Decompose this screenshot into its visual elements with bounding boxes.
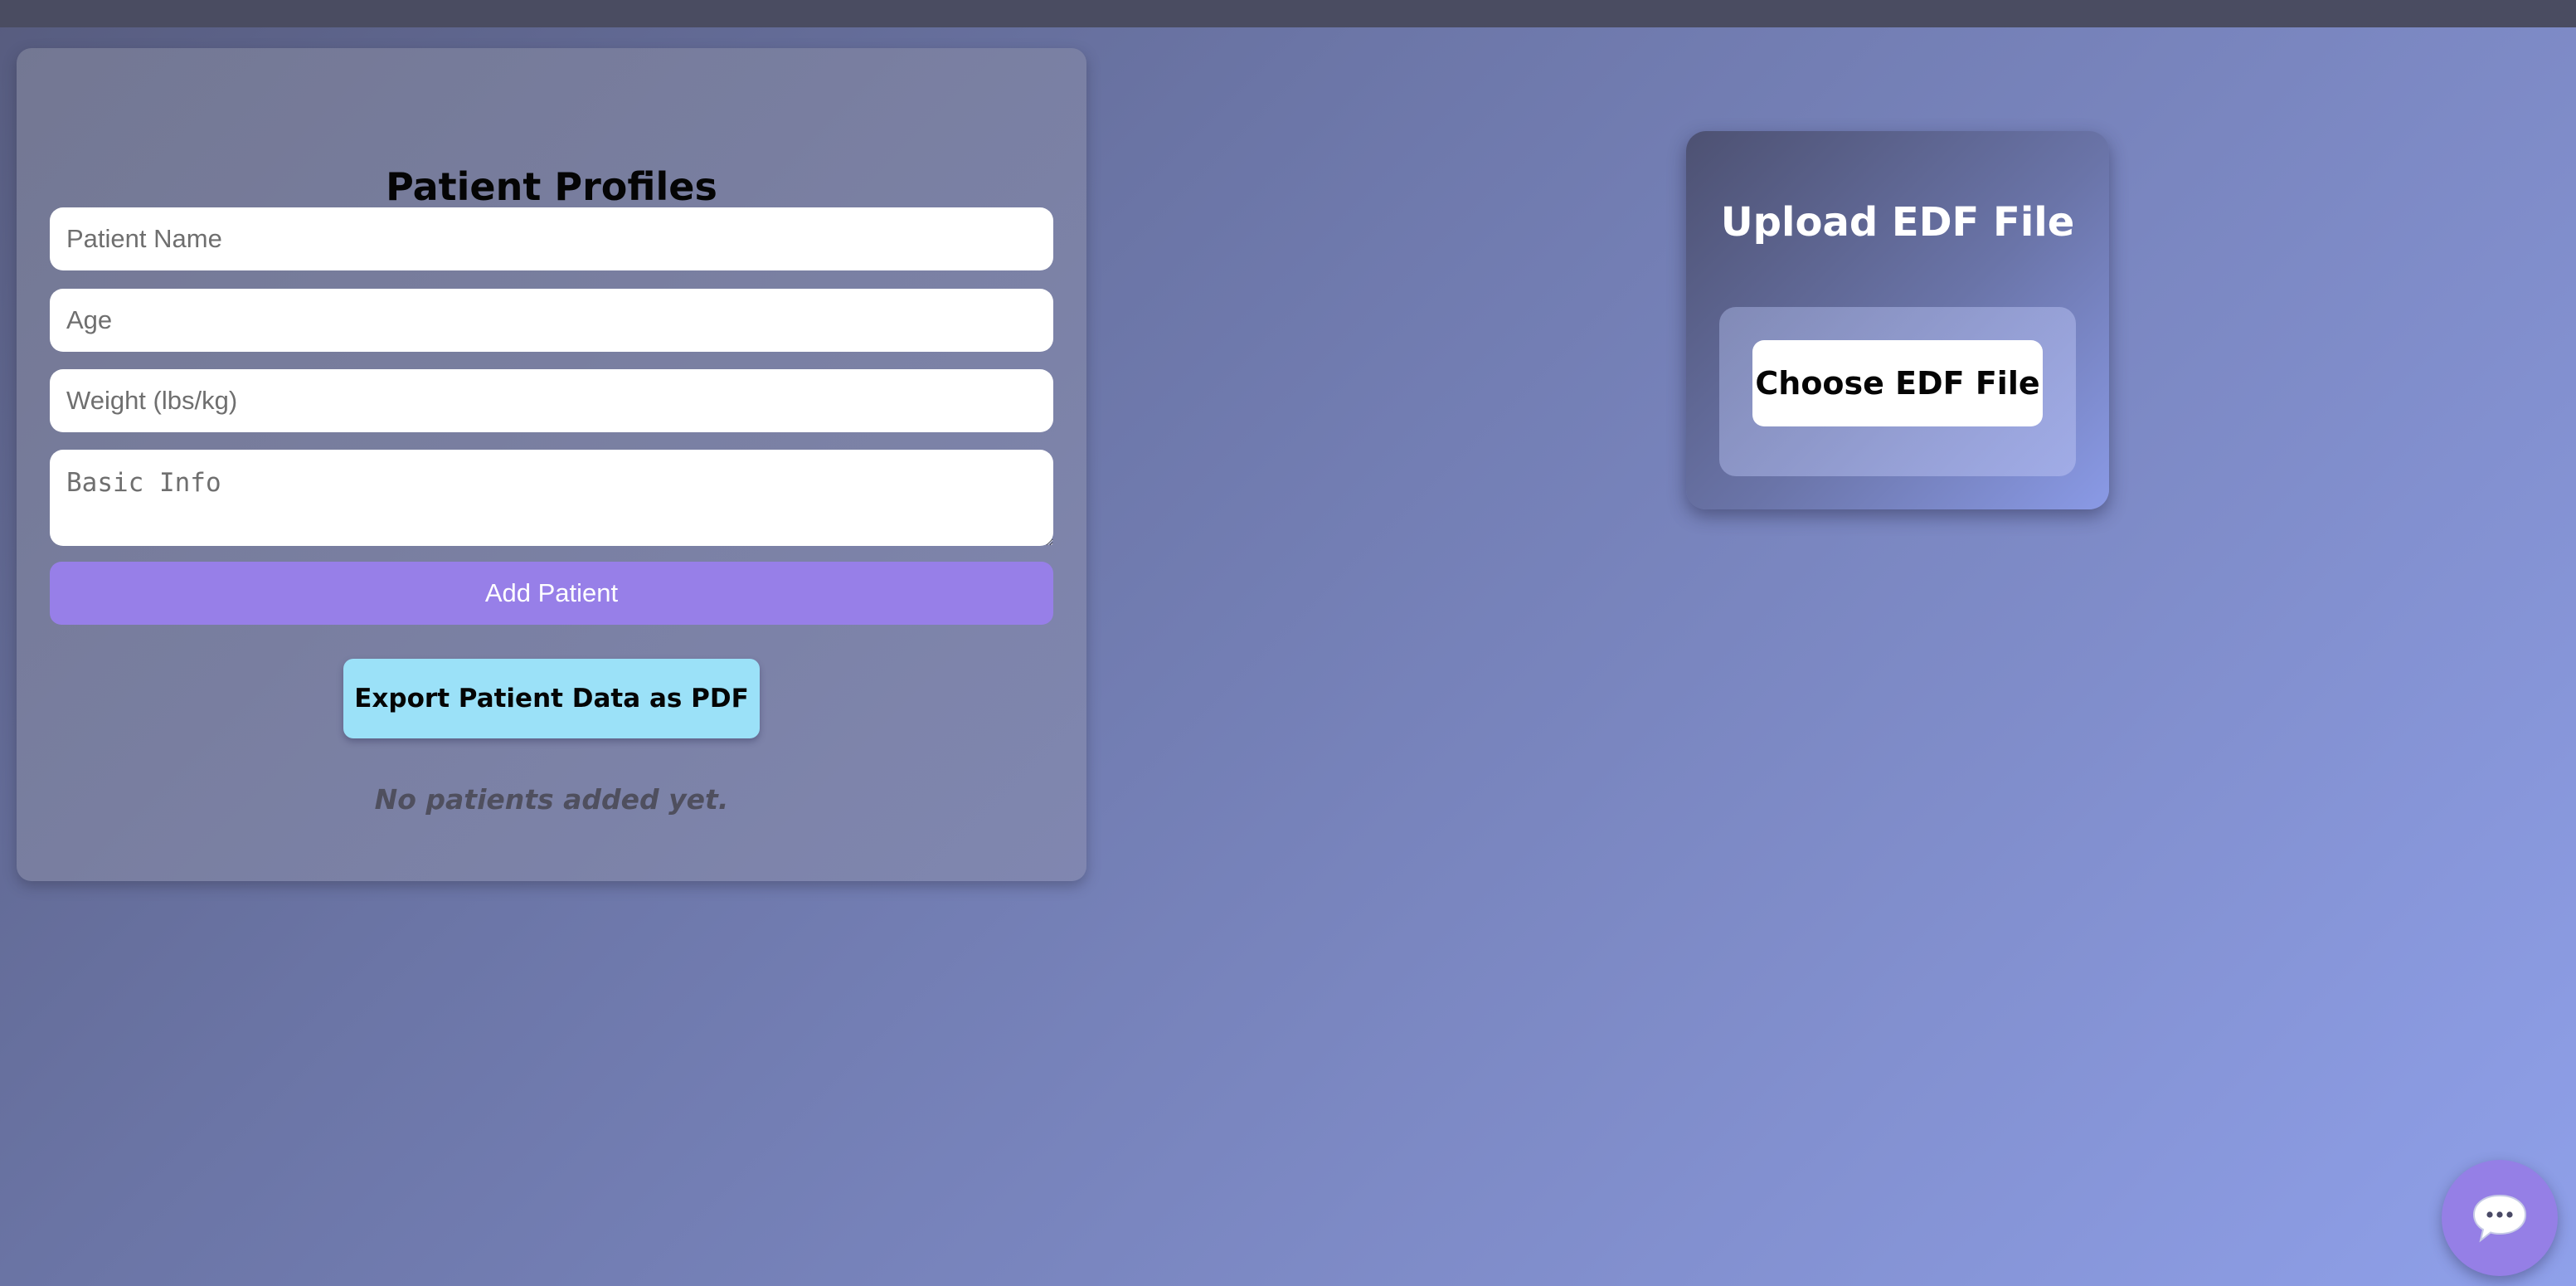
upload-dropzone: Choose EDF File [1719, 307, 2076, 476]
patient-profiles-title: Patient Profiles [386, 164, 717, 209]
empty-patients-message: No patients added yet. [374, 783, 729, 816]
patient-name-input[interactable] [50, 207, 1053, 270]
add-patient-button[interactable]: Add Patient [50, 562, 1053, 625]
patient-profiles-panel: Patient Profiles Add Patient Export Pati… [17, 48, 1086, 881]
choose-edf-file-button[interactable]: Choose EDF File [1752, 340, 2043, 426]
upload-edf-panel: Upload EDF File Choose EDF File [1686, 131, 2109, 509]
export-pdf-button[interactable]: Export Patient Data as PDF [343, 659, 760, 738]
upload-edf-title: Upload EDF File [1720, 199, 2075, 246]
chat-button[interactable] [2442, 1160, 2558, 1276]
basic-info-textarea[interactable] [50, 450, 1053, 546]
weight-input[interactable] [50, 369, 1053, 432]
age-input[interactable] [50, 289, 1053, 352]
chat-bubble-icon [2472, 1194, 2527, 1243]
top-bar [0, 0, 2576, 27]
